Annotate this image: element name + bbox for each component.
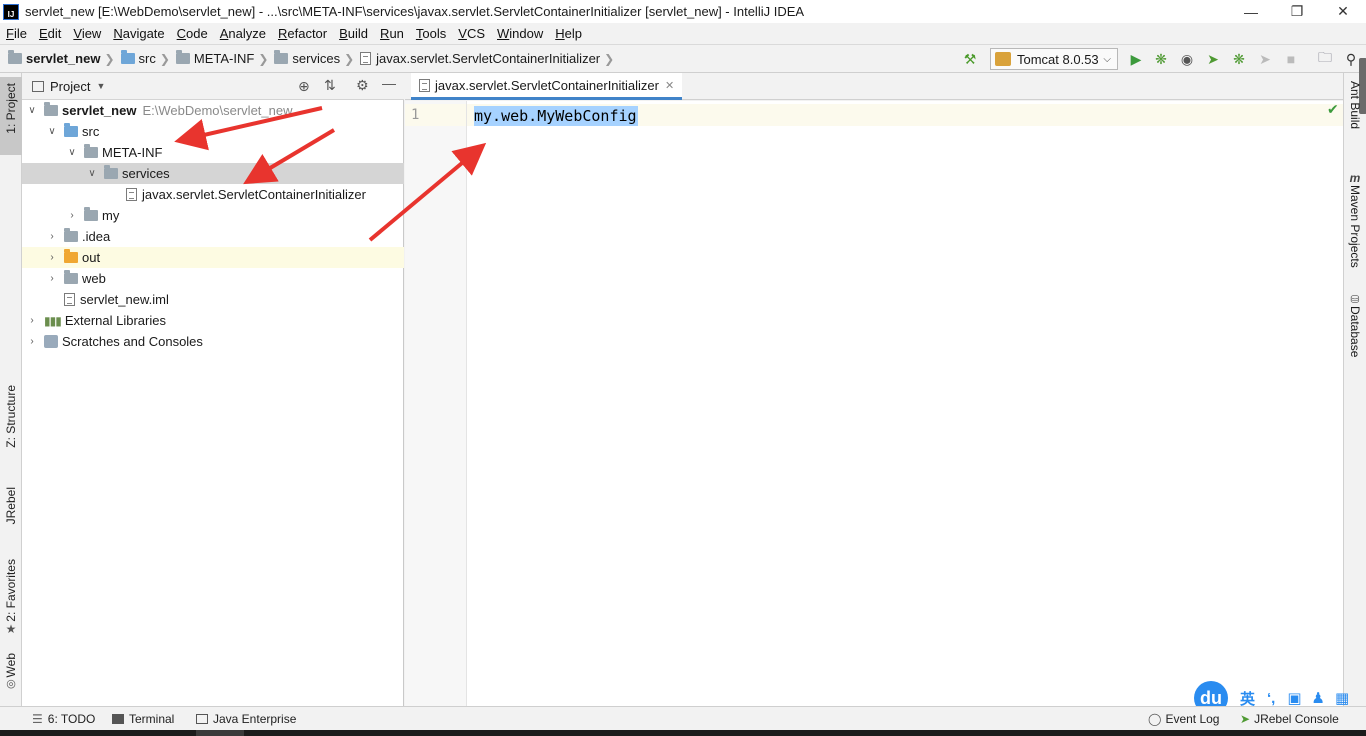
jrebel-icon: ➤ xyxy=(1240,712,1251,726)
tab-terminal[interactable]: Terminal xyxy=(112,712,174,726)
tab-jrebel-console-label: JRebel Console xyxy=(1254,712,1339,726)
tab-terminal-label: Terminal xyxy=(129,712,175,726)
arrow-to-services xyxy=(243,128,336,185)
java-enterprise-icon xyxy=(196,714,208,724)
tab-jrebel-console[interactable]: ➤ JRebel Console xyxy=(1240,712,1339,726)
tab-todo-label: 6: TODO xyxy=(47,712,96,726)
terminal-icon xyxy=(112,714,124,724)
todo-icon: ☰ xyxy=(32,712,43,726)
grid-icon[interactable]: ▦ xyxy=(1335,689,1349,707)
punctuation-icon[interactable]: ‘, xyxy=(1267,690,1275,707)
taskbar-active-item[interactable] xyxy=(196,730,244,736)
arrow-to-src xyxy=(174,106,323,151)
os-taskbar xyxy=(0,730,1366,736)
tab-java-enterprise[interactable]: Java Enterprise xyxy=(196,712,296,726)
tab-java-enterprise-label: Java Enterprise xyxy=(213,712,297,726)
tab-event-log-label: Event Log xyxy=(1165,712,1220,726)
tab-event-log[interactable]: ◯ Event Log xyxy=(1148,712,1219,726)
arrow-to-code xyxy=(368,142,487,242)
bottom-tool-bar: ☰ 6: TODO Terminal Java Enterprise ◯ Eve… xyxy=(0,706,1366,730)
tab-todo[interactable]: ☰ 6: TODO xyxy=(32,712,95,726)
annotation-arrows xyxy=(174,106,487,242)
keyboard-icon[interactable]: ▣ xyxy=(1287,689,1301,707)
event-log-icon: ◯ xyxy=(1148,712,1162,726)
user-icon[interactable]: ♟ xyxy=(1312,689,1325,707)
